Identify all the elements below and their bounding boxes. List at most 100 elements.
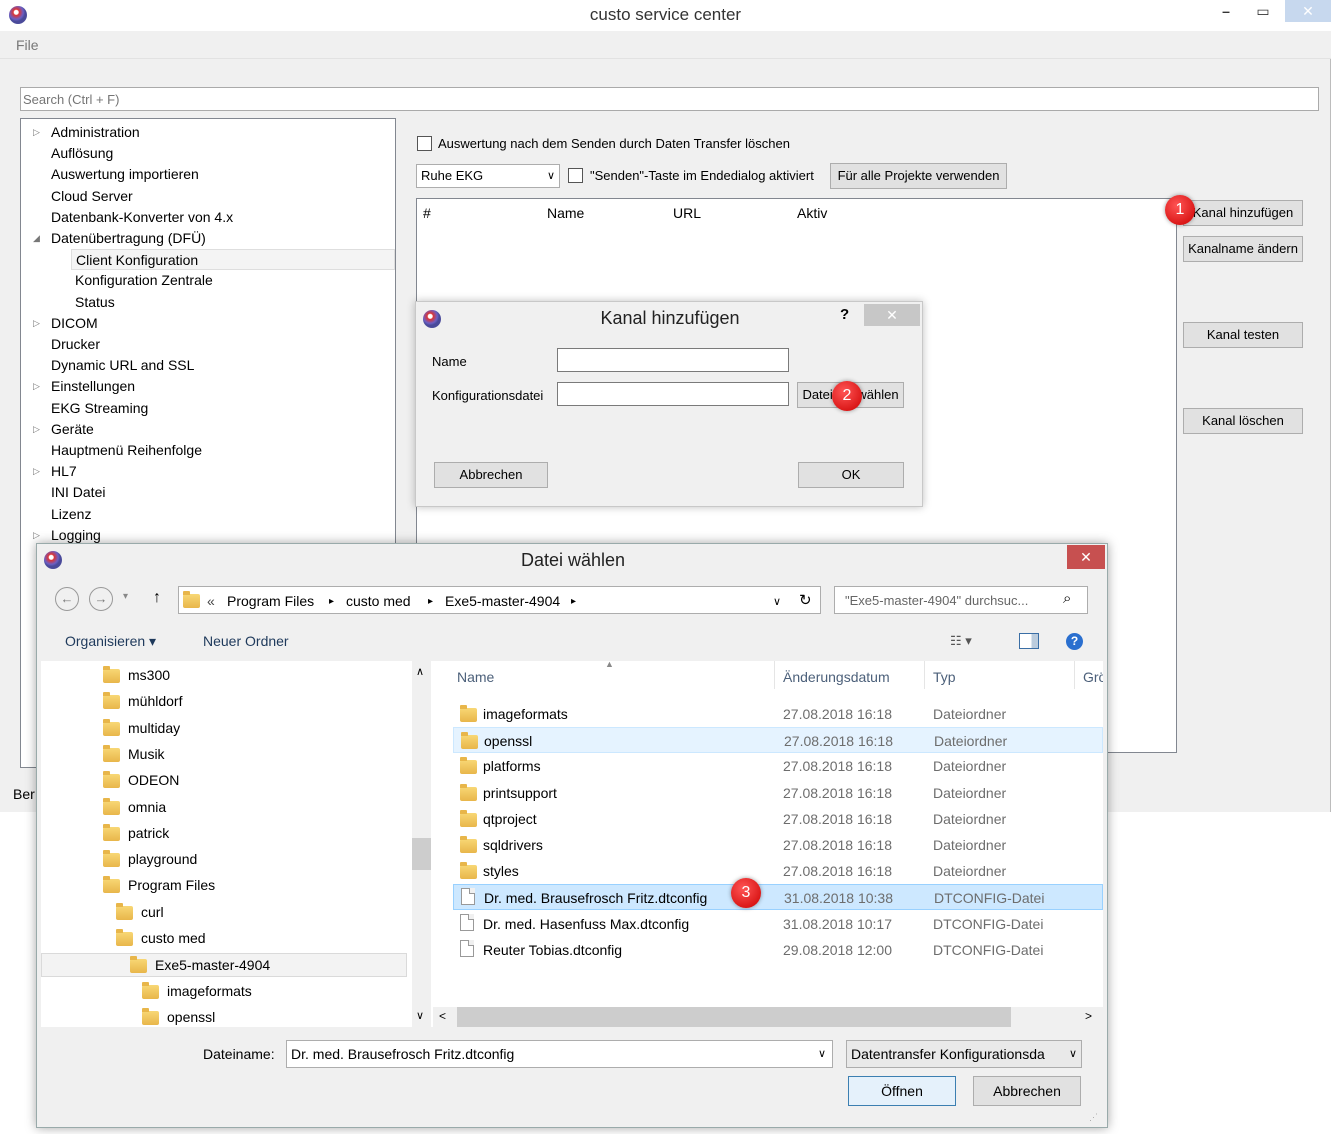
file-row[interactable]: Reuter Tobias.dtconfig 29.08.2018 12:00 DT…	[453, 937, 1103, 963]
tree-item-label: Datenbank-Konverter von 4.x	[51, 208, 234, 225]
file-row[interactable]: printsupport 27.08.2018 16:18 Dateiordner	[453, 780, 1103, 806]
nav-item[interactable]: Musik	[41, 743, 407, 767]
nav-scrollbar[interactable]: ∧ ∨	[412, 661, 431, 1027]
apply-all-projects-button[interactable]: Für alle Projekte verwenden	[830, 163, 1007, 189]
list-hscrollbar[interactable]: < >	[433, 1007, 1103, 1027]
folder-icon	[142, 981, 159, 999]
delete-channel-button[interactable]: Kanal löschen	[1183, 408, 1303, 434]
config-file-input[interactable]	[557, 382, 789, 406]
help-icon[interactable]: ?	[1066, 633, 1083, 650]
organize-menu[interactable]: Organisieren ▾	[65, 633, 156, 650]
chevron-down-icon[interactable]: ∨	[818, 1041, 826, 1067]
nav-item[interactable]: patrick	[41, 822, 407, 846]
file-type: Dateiordner	[934, 733, 1008, 750]
maximize-button[interactable]: ▭	[1247, 0, 1279, 22]
nav-item-label: omnia	[128, 798, 167, 815]
breadcrumb-separator-icon[interactable]: ▸	[571, 596, 576, 607]
nav-item[interactable]: mühldorf	[41, 690, 407, 714]
forward-icon[interactable]: →	[89, 587, 113, 611]
breadcrumb-custo-med[interactable]: custo med	[346, 593, 411, 609]
tree-item-label: Lizenz	[51, 505, 92, 522]
delete-after-send-checkbox[interactable]	[417, 136, 432, 151]
column-header-name[interactable]: Name	[457, 669, 494, 685]
search-input[interactable]	[20, 87, 1319, 111]
menu-file[interactable]: File	[16, 37, 39, 53]
tree-item[interactable]: Client Konfiguration	[71, 249, 395, 271]
back-icon[interactable]: ←	[55, 587, 79, 611]
close-button[interactable]: ✕	[1067, 545, 1105, 569]
collapse-icon[interactable]: ◢	[33, 228, 40, 249]
nav-item[interactable]: omnia	[41, 796, 407, 820]
file-row[interactable]: sqldrivers 27.08.2018 16:18 Dateiordner	[453, 832, 1103, 858]
file-row[interactable]: Dr. med. Hasenfuss Max.dtconfig 31.08.201…	[453, 911, 1103, 937]
preview-pane-icon[interactable]	[1019, 633, 1039, 649]
file-row[interactable]: Dr. med. Brausefrosch Fritz.dtconfig 31.0…	[453, 884, 1103, 911]
cancel-button[interactable]: Abbrechen	[434, 462, 548, 488]
status-text: Ber	[13, 786, 35, 802]
nav-scroll-thumb[interactable]	[412, 838, 431, 870]
nav-item[interactable]: multiday	[41, 717, 407, 741]
close-button[interactable]: ✕	[864, 304, 920, 326]
open-button[interactable]: Öffnen	[848, 1076, 956, 1106]
scroll-down-icon[interactable]: ∨	[416, 1009, 424, 1022]
file-row[interactable]: platforms 27.08.2018 16:18 Dateiordner	[453, 753, 1103, 779]
breadcrumb-program-files[interactable]: Program Files	[227, 593, 314, 609]
expand-icon[interactable]: ▷	[33, 313, 40, 334]
scroll-up-icon[interactable]: ∧	[416, 665, 424, 678]
recent-dropdown-icon[interactable]: ▾	[123, 591, 128, 602]
breadcrumb-exe5[interactable]: Exe5-master-4904	[445, 593, 560, 609]
project-select[interactable]: Ruhe EKG ∨	[416, 164, 560, 188]
up-icon[interactable]: ↑	[153, 589, 161, 607]
breadcrumb-overflow[interactable]: «	[207, 593, 215, 609]
file-type-filter[interactable]: Datentransfer Konfigurationsda ∨	[846, 1040, 1082, 1068]
refresh-icon[interactable]: ↻	[799, 591, 812, 609]
filename-value: Dr. med. Brausefrosch Fritz.dtconfig	[291, 1046, 515, 1062]
column-header-size[interactable]: Grö	[1083, 669, 1103, 685]
test-channel-button[interactable]: Kanal testen	[1183, 322, 1303, 348]
chevron-down-icon[interactable]: ∨	[773, 595, 781, 608]
nav-item[interactable]: Program Files	[41, 874, 407, 898]
expand-icon[interactable]: ▷	[33, 419, 40, 440]
help-button[interactable]: ?	[840, 306, 849, 323]
nav-item[interactable]: ODEON	[41, 769, 407, 793]
close-button[interactable]: ✕	[1285, 0, 1331, 22]
nav-item[interactable]: custo med	[41, 927, 407, 951]
breadcrumb-separator-icon[interactable]: ▸	[329, 596, 334, 607]
expand-icon[interactable]: ▷	[33, 376, 40, 397]
navigation-pane[interactable]: ms300 mühldorf multiday Musik ODEON omnia patr…	[41, 661, 433, 1027]
file-type: Dateiordner	[933, 784, 1007, 801]
file-row[interactable]: openssl 27.08.2018 16:18 Dateiordner	[453, 727, 1103, 754]
view-options-icon[interactable]: ☷ ▾	[950, 633, 972, 649]
file-row[interactable]: styles 27.08.2018 16:18 Dateiordner	[453, 858, 1103, 884]
column-header-date[interactable]: Änderungsdatum	[783, 669, 890, 685]
minimize-button[interactable]: –	[1210, 0, 1242, 22]
file-row[interactable]: imageformats 27.08.2018 16:18 Dateiordner	[453, 701, 1103, 727]
rename-channel-button[interactable]: Kanalname ändern	[1183, 236, 1303, 262]
nav-item[interactable]: playground	[41, 848, 407, 872]
name-input[interactable]	[557, 348, 789, 372]
column-header-type[interactable]: Typ	[933, 669, 956, 685]
new-folder-button[interactable]: Neuer Ordner	[203, 633, 289, 649]
ok-button[interactable]: OK	[798, 462, 904, 488]
project-select-value: Ruhe EKG	[421, 168, 484, 183]
cancel-button[interactable]: Abbrechen	[973, 1076, 1081, 1106]
breadcrumb-separator-icon[interactable]: ▸	[428, 596, 433, 607]
nav-item[interactable]: ms300	[41, 664, 407, 688]
resize-grip-icon[interactable]: ⋰	[1089, 1112, 1098, 1123]
send-button-checkbox[interactable]	[568, 168, 583, 183]
filename-input[interactable]: Dr. med. Brausefrosch Fritz.dtconfig ∨	[286, 1040, 833, 1068]
expand-icon[interactable]: ▷	[33, 461, 40, 482]
add-channel-button[interactable]: Kanal hinzufügen	[1183, 200, 1303, 226]
tree-item-label: INI Datei	[51, 484, 106, 501]
nav-item[interactable]: Exe5-master-4904	[41, 953, 407, 978]
nav-item[interactable]: curl	[41, 901, 407, 925]
expand-icon[interactable]: ▷	[33, 122, 40, 143]
file-row[interactable]: qtproject 27.08.2018 16:18 Dateiordner	[453, 806, 1103, 832]
list-scroll-thumb[interactable]	[457, 1007, 1011, 1027]
scroll-left-icon[interactable]: <	[439, 1009, 446, 1023]
search-box[interactable]: "Exe5-master-4904" durchsuc... ⌕	[834, 586, 1088, 614]
scroll-right-icon[interactable]: >	[1085, 1009, 1092, 1023]
address-bar[interactable]: « Program Files ▸ custo med ▸ Exe5-maste…	[178, 586, 821, 614]
nav-item[interactable]: openssl	[41, 1006, 407, 1030]
nav-item[interactable]: imageformats	[41, 980, 407, 1004]
